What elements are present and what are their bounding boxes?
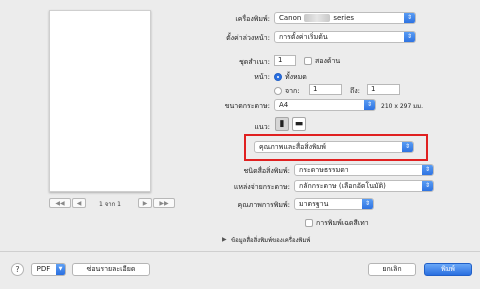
footer-divider — [0, 251, 480, 252]
chevron-updown-icon: ⇕ — [364, 100, 375, 110]
page-navigator: ◀◀ ◀ 1 จาก 1 ▶ ▶▶ — [49, 198, 179, 212]
copies-label: ชุดสำเนา: — [239, 58, 270, 66]
next-page-button[interactable]: ▶ — [138, 198, 152, 208]
printer-info-label[interactable]: ข้อมูลสื่อสิ่งพิมพ์ของเครื่องพิมพ์ — [231, 235, 310, 245]
paper-size-value: A4 — [279, 101, 289, 109]
media-type-label: ชนิดสื่อสิ่งพิมพ์: — [243, 167, 290, 175]
first-page-button[interactable]: ◀◀ — [49, 198, 71, 208]
pages-all-label: ทั้งหมด — [285, 73, 307, 81]
printer-name-suffix: series — [333, 14, 355, 22]
two-sided-checkbox[interactable] — [304, 57, 312, 65]
printer-name-prefix: Canon — [279, 14, 302, 22]
paper-size-label: ขนาดกระดาษ: — [224, 102, 270, 110]
print-quality-value: มาตรฐาน — [299, 200, 329, 208]
chevron-updown-icon: ⇕ — [422, 181, 433, 191]
chevron-updown-icon: ⇕ — [404, 13, 415, 23]
chevron-updown-icon: ⇕ — [422, 165, 433, 175]
landscape-icon: ▬ — [294, 119, 304, 129]
pages-all-radio[interactable] — [274, 73, 282, 81]
print-quality-popup[interactable]: มาตรฐาน ⇕ — [294, 198, 374, 210]
orientation-label: แนว: — [254, 123, 270, 131]
pdf-label: PDF — [36, 265, 51, 273]
chevron-updown-icon: ⇕ — [402, 142, 413, 152]
paper-source-value: กลักกระดาษ (เลือกอัตโนมัติ) — [299, 182, 386, 190]
help-button[interactable]: ? — [11, 263, 24, 276]
pages-to-field[interactable]: 1 — [367, 84, 400, 95]
pages-from-field[interactable]: 1 — [309, 84, 342, 95]
presets-value: การตั้งค่าเริ่มต้น — [279, 33, 328, 41]
cancel-button[interactable]: ยกเลิก — [368, 263, 416, 276]
grayscale-checkbox[interactable] — [305, 219, 313, 227]
redacted-model — [304, 14, 331, 22]
printer-popup[interactable]: Canon series ⇕ — [274, 12, 416, 24]
chevron-down-icon: ▼ — [56, 264, 65, 275]
pages-to-label: ถึง: — [350, 87, 361, 95]
pages-range-radio[interactable] — [274, 87, 282, 95]
last-page-button[interactable]: ▶▶ — [153, 198, 175, 208]
chevron-updown-icon: ⇕ — [362, 199, 373, 209]
copies-field[interactable]: 1 — [274, 55, 296, 66]
paper-dimensions: 210 x 297 มม. — [381, 103, 423, 110]
print-button[interactable]: พิมพ์ — [424, 263, 472, 276]
printer-label: เครื่องพิมพ์: — [235, 15, 270, 23]
portrait-icon: ▮ — [279, 119, 285, 129]
prev-page-button[interactable]: ◀ — [72, 198, 86, 208]
landscape-button[interactable]: ▬ — [292, 117, 306, 131]
page-count-label: 1 จาก 1 — [99, 201, 121, 208]
paper-size-popup[interactable]: A4 ⇕ — [274, 99, 376, 111]
page-preview — [49, 10, 151, 192]
disclosure-triangle-icon[interactable]: ▶ — [222, 236, 227, 243]
chevron-updown-icon: ⇕ — [404, 32, 415, 42]
presets-popup[interactable]: การตั้งค่าเริ่มต้น ⇕ — [274, 31, 416, 43]
preview-pane: ◀◀ ◀ 1 จาก 1 ▶ ▶▶ — [0, 0, 196, 226]
hide-details-button[interactable]: ซ่อนรายละเอียด — [72, 263, 150, 276]
media-type-popup[interactable]: กระดาษธรรมดา ⇕ — [294, 164, 434, 176]
print-quality-label: คุณภาพการพิมพ์: — [237, 201, 290, 209]
media-type-value: กระดาษธรรมดา — [299, 166, 349, 174]
portrait-button[interactable]: ▮ — [275, 117, 289, 131]
pages-label: หน้า: — [254, 73, 270, 81]
two-sided-label: สองด้าน — [315, 57, 341, 65]
paper-source-popup[interactable]: กลักกระดาษ (เลือกอัตโนมัติ) ⇕ — [294, 180, 434, 192]
presets-label: ตั้งค่าล่วงหน้า: — [226, 34, 270, 42]
section-popup-value: คุณภาพและสื่อสิ่งพิมพ์ — [259, 143, 326, 151]
pages-from-label: จาก: — [285, 87, 300, 95]
section-popup[interactable]: คุณภาพและสื่อสิ่งพิมพ์ ⇕ — [254, 141, 414, 153]
pdf-menu-button[interactable]: PDF ▼ — [31, 263, 66, 276]
grayscale-label: การพิมพ์เฉดสีเทา — [316, 219, 369, 227]
paper-source-label: แหล่งจ่ายกระดาษ: — [233, 183, 290, 191]
